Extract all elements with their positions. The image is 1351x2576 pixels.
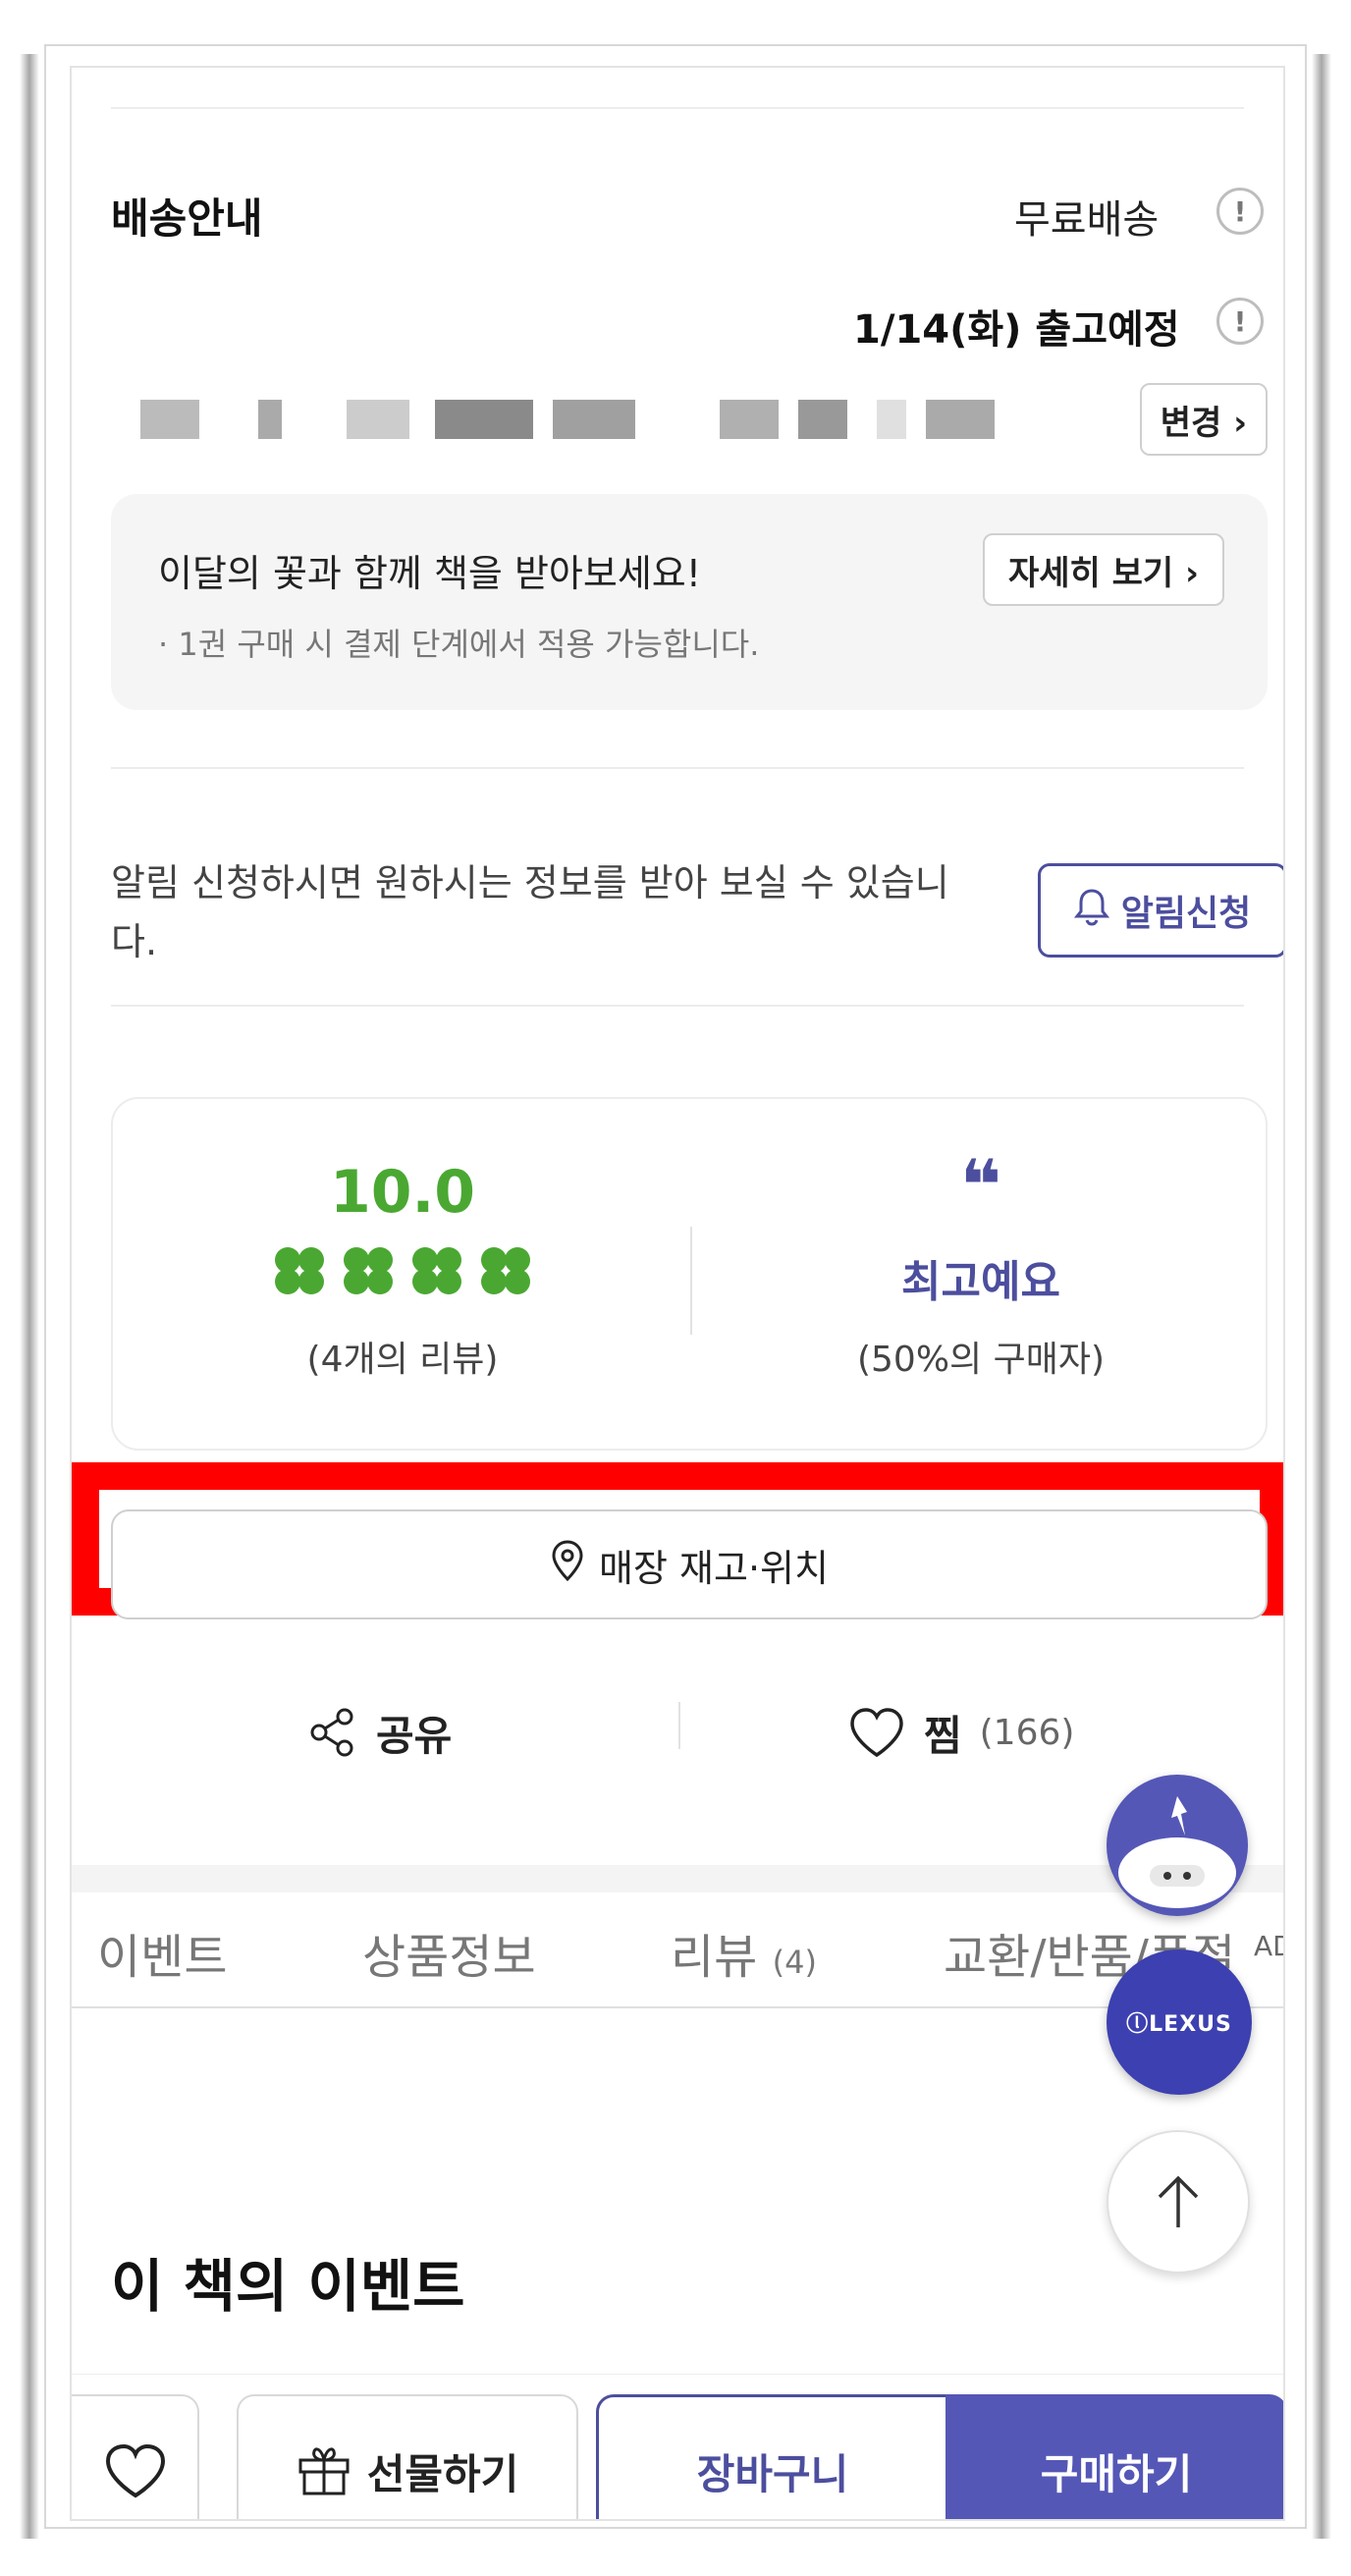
heart-icon xyxy=(105,2443,166,2498)
frame-shadow-right xyxy=(1312,54,1331,2539)
review-count: (4개의 리뷰) xyxy=(306,1340,499,1380)
notify-button-label: 알림신청 xyxy=(1120,894,1252,934)
quote-icon: ❝ xyxy=(959,1144,1002,1227)
bell-icon xyxy=(1073,887,1109,935)
bottom-action-bar: 선물하기 장바구니 구매하기 xyxy=(72,2374,1283,2519)
clover-icon xyxy=(344,1247,393,1294)
wishlist-label: 찜 xyxy=(924,1711,962,1760)
review-summary-card[interactable]: 10.0 (4개의 리뷰) ❝ 최고예요 (50%의 구매자) xyxy=(111,1097,1268,1451)
tab-event[interactable]: 이벤트 xyxy=(97,1918,227,1987)
promo-detail-button[interactable]: 자세히 보기 › xyxy=(983,533,1224,606)
ship-date: 1/14(화) 출고예정 xyxy=(853,307,1180,353)
gift-label: 선물하기 xyxy=(366,2449,519,2498)
info-icon[interactable]: ! xyxy=(1216,188,1264,235)
frame-shadow-left xyxy=(20,54,39,2539)
clover-icon xyxy=(275,1247,324,1294)
gift-button[interactable]: 선물하기 xyxy=(237,2394,578,2519)
ad-label: AD xyxy=(1254,1930,1283,1962)
clover-icon xyxy=(412,1247,461,1294)
section-divider xyxy=(111,1005,1244,1007)
mascot-icon[interactable] xyxy=(1107,1775,1248,1916)
flower-promo-box: 이달의 꽃과 함께 책을 받아보세요! · 1권 구매 시 결제 단계에서 적용… xyxy=(111,494,1268,710)
free-shipping-label: 무료배송 xyxy=(1014,197,1160,243)
clover-rating xyxy=(113,1246,692,1297)
section-divider xyxy=(111,767,1244,769)
section-gap xyxy=(72,1865,1283,1892)
share-label: 공유 xyxy=(376,1711,453,1760)
product-tabs: 이벤트 상품정보 리뷰 (4) 교환/반품/품절 xyxy=(72,1892,1283,2008)
info-icon[interactable]: ! xyxy=(1216,298,1264,345)
clover-icon xyxy=(481,1247,530,1294)
wishlist-count: (166) xyxy=(979,1712,1075,1753)
buyer-percentage: (50%의 구매자) xyxy=(856,1340,1106,1380)
bottom-wishlist-button[interactable] xyxy=(72,2394,199,2519)
best-keyword: 최고예요 xyxy=(901,1257,1060,1307)
scroll-top-button[interactable] xyxy=(1107,2130,1250,2274)
share-like-row: 공유 찜 (166) xyxy=(72,1678,1283,1786)
store-stock-location-button[interactable]: 매장 재고·위치 xyxy=(111,1509,1268,1619)
notify-button[interactable]: 알림신청 xyxy=(1038,863,1283,958)
cart-button[interactable]: 장바구니 xyxy=(596,2394,949,2519)
screenshot-frame: 배송안내 무료배송 ! 1/14(화) 출고예정 ! 변경 › 이달의 꽃과 함… xyxy=(44,44,1307,2529)
buy-button[interactable]: 구매하기 xyxy=(946,2394,1283,2519)
share-icon xyxy=(310,1708,353,1757)
share-button[interactable]: 공유 xyxy=(307,1678,452,1786)
notify-description: 알림 신청하시면 원하시는 정보를 받아 보실 수 있습니다. xyxy=(111,861,949,963)
review-score: 10.0 xyxy=(329,1158,476,1227)
top-divider xyxy=(111,107,1244,109)
heart-icon xyxy=(850,1708,903,1758)
store-button-label: 매장 재고·위치 xyxy=(599,1546,829,1590)
arrow-up-icon xyxy=(1158,2175,1199,2227)
location-pin-icon xyxy=(550,1539,585,1591)
change-address-button[interactable]: 변경 › xyxy=(1140,383,1268,456)
delivery-title: 배송안내 xyxy=(111,194,263,243)
tab-product-info[interactable]: 상품정보 xyxy=(362,1918,536,1987)
phone-screen: 배송안내 무료배송 ! 1/14(화) 출고예정 ! 변경 › 이달의 꽃과 함… xyxy=(70,66,1285,2521)
tab-reviews[interactable]: 리뷰 (4) xyxy=(671,1918,817,1987)
section-title: 이 책의 이벤트 xyxy=(111,2253,465,2320)
gift-icon xyxy=(298,2447,350,2495)
lexus-ad-button[interactable]: ⓛLEXUS xyxy=(1107,1949,1252,2095)
share-separator xyxy=(678,1702,680,1749)
promo-title: 이달의 꽃과 함께 책을 받아보세요! xyxy=(158,552,701,595)
promo-subtext: · 1권 구매 시 결제 단계에서 적용 가능합니다. xyxy=(158,626,760,663)
wishlist-button[interactable]: 찜 (166) xyxy=(847,1678,1074,1786)
